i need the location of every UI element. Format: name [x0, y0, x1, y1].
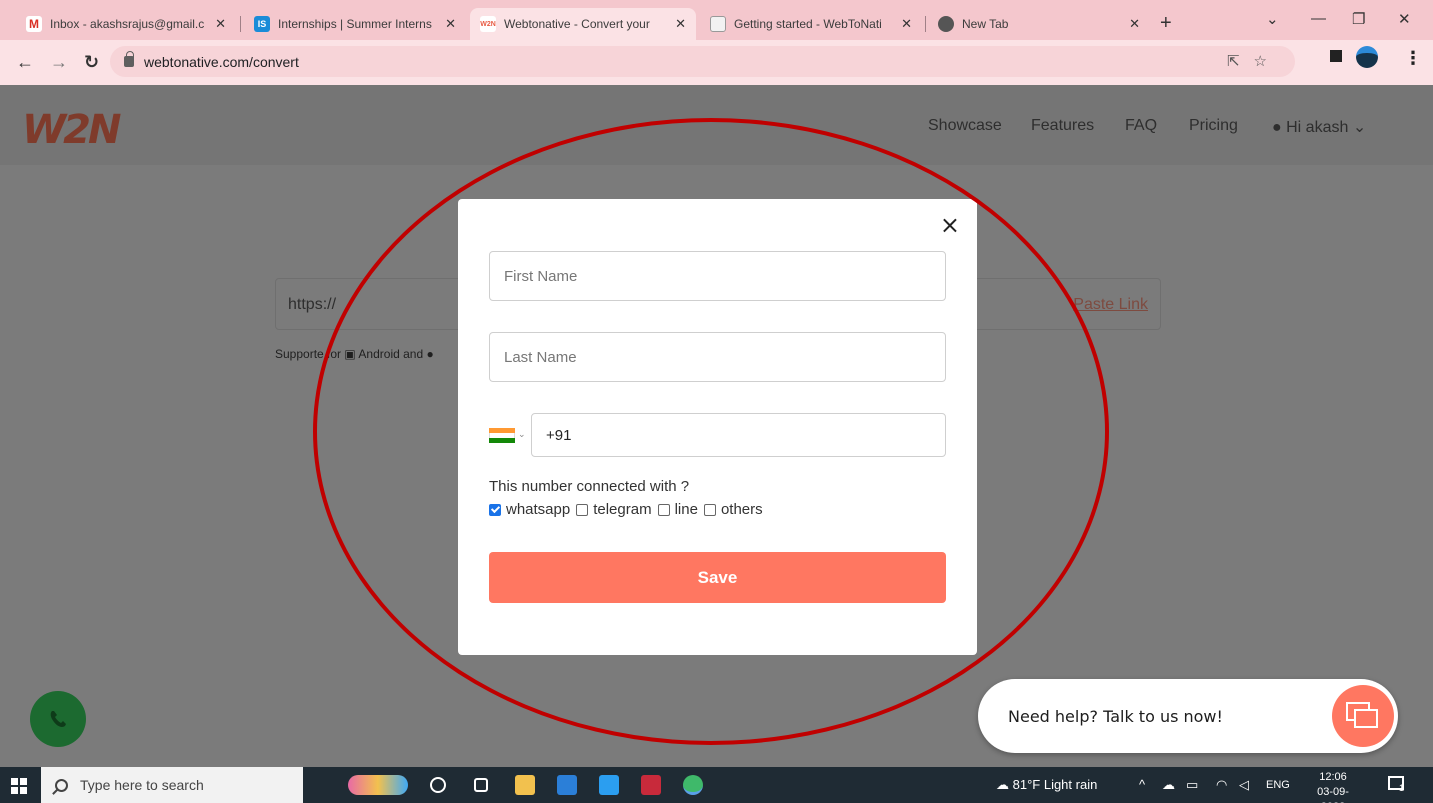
- battery-icon[interactable]: ▭: [1186, 777, 1198, 793]
- browser-tab-bar: M Inbox - akashsrajus@gmail.c ✕ IS Inter…: [0, 0, 1433, 40]
- windows-start-icon[interactable]: [11, 778, 27, 794]
- address-bar[interactable]: webtonative.com/convert ⇱☆: [110, 46, 1295, 77]
- supported-platforms-text: Supporte for ▣ Android and ●: [275, 347, 434, 361]
- profile-avatar-icon[interactable]: [1356, 46, 1378, 68]
- kebab-menu-icon[interactable]: ⋮: [1404, 48, 1422, 69]
- sidebar-icon[interactable]: [1330, 50, 1342, 62]
- option-others[interactable]: others: [703, 501, 763, 518]
- nav-showcase[interactable]: Showcase: [928, 117, 1002, 135]
- weather-widget[interactable]: ☁ 81°F Light rain: [996, 777, 1097, 793]
- w2n-icon: W2N: [480, 16, 496, 32]
- hummingbird-widget-icon[interactable]: [348, 775, 408, 795]
- lock-icon: [124, 51, 134, 67]
- tab-separator: [240, 16, 241, 32]
- tab-search-chevron-icon[interactable]: ⌄: [1266, 10, 1279, 28]
- taskbar-search[interactable]: Type here to search: [41, 767, 303, 803]
- modal-close-icon[interactable]: ×: [940, 211, 960, 239]
- file-explorer-icon[interactable]: [515, 775, 535, 795]
- user-circle-icon: ●: [1272, 119, 1282, 136]
- chevron-down-icon: ⌄: [1352, 119, 1367, 136]
- site-header: W2N Showcase Features FAQ Pricing ● Hi a…: [0, 85, 1433, 165]
- back-arrow-icon[interactable]: ←: [16, 52, 34, 73]
- save-button[interactable]: Save: [489, 552, 946, 603]
- option-line[interactable]: line: [657, 501, 698, 518]
- restore-icon[interactable]: ❐: [1352, 10, 1365, 28]
- user-menu[interactable]: ● Hi akash ⌄: [1272, 117, 1366, 137]
- country-dropdown-chevron-icon[interactable]: ⌄: [518, 429, 526, 440]
- window-close-icon[interactable]: ✕: [1398, 10, 1411, 28]
- connected-question: This number connected with ?: [489, 478, 690, 495]
- windows-taskbar: Type here to search ☁ 81°F Light rain ^ …: [0, 767, 1433, 803]
- messenger-checkboxes: whatsapp telegram line others: [489, 501, 769, 518]
- tab-webtonative[interactable]: W2N Webtonative - Convert your ✕: [470, 8, 696, 40]
- tab-close-icon[interactable]: ✕: [675, 16, 686, 32]
- tab-close-icon[interactable]: ✕: [445, 16, 456, 32]
- browser-toolbar: ← → ↻ webtonative.com/convert ⇱☆ ⋮: [0, 40, 1433, 85]
- others-checkbox[interactable]: [703, 503, 716, 516]
- forward-arrow-icon[interactable]: →: [50, 52, 68, 73]
- wifi-icon[interactable]: ◠: [1216, 777, 1227, 793]
- docs-icon: [710, 16, 726, 32]
- whatsapp-icon: [50, 711, 66, 727]
- chat-open-button[interactable]: [1332, 685, 1394, 747]
- tab-close-icon[interactable]: ✕: [901, 16, 912, 32]
- first-name-input[interactable]: [489, 251, 946, 301]
- share-star-icons[interactable]: ⇱☆: [1227, 52, 1281, 70]
- nav-faq[interactable]: FAQ: [1125, 117, 1157, 135]
- last-name-input[interactable]: [489, 332, 946, 382]
- phone-input[interactable]: [531, 413, 946, 457]
- speaker-icon[interactable]: ◁: [1239, 777, 1249, 793]
- w2n-logo[interactable]: W2N: [22, 107, 121, 153]
- option-whatsapp[interactable]: whatsapp: [489, 501, 570, 518]
- mail-icon[interactable]: [599, 775, 619, 795]
- tab-close-icon[interactable]: ✕: [215, 16, 226, 32]
- chat-bubble-icon: [1346, 702, 1378, 728]
- option-telegram[interactable]: telegram: [576, 501, 652, 518]
- chrome-taskbar-icon[interactable]: [683, 775, 703, 795]
- nav-features[interactable]: Features: [1031, 117, 1094, 135]
- android-icon: ▣: [344, 347, 356, 361]
- reload-icon[interactable]: ↻: [84, 52, 99, 73]
- tab-getting-started[interactable]: Getting started - WebToNati ✕: [700, 8, 922, 40]
- internshala-icon: IS: [254, 16, 270, 32]
- tab-separator: [925, 16, 926, 32]
- vscode-icon[interactable]: [641, 775, 661, 795]
- nav-pricing[interactable]: Pricing: [1189, 117, 1238, 135]
- gmail-icon: M: [26, 16, 42, 32]
- cloud-rain-icon: ☁: [996, 777, 1009, 792]
- search-icon: [55, 778, 68, 792]
- new-tab-plus-icon[interactable]: +: [1160, 12, 1172, 35]
- store-icon[interactable]: [557, 775, 577, 795]
- tray-chevron-icon[interactable]: ^: [1139, 777, 1145, 792]
- whatsapp-chat-button[interactable]: [30, 691, 86, 747]
- chrome-icon: [938, 16, 954, 32]
- paste-link-button[interactable]: Paste Link: [1073, 296, 1148, 314]
- taskbar-clock[interactable]: 12:06 03-09-2022: [1307, 770, 1359, 803]
- tab-internshala[interactable]: IS Internships | Summer Interns ✕: [244, 8, 466, 40]
- tab-gmail[interactable]: M Inbox - akashsrajus@gmail.c ✕: [16, 8, 236, 40]
- line-checkbox[interactable]: [657, 503, 670, 516]
- tab-new-tab[interactable]: New Tab ✕: [928, 8, 1150, 40]
- apple-icon: ●: [426, 347, 434, 361]
- address-url: webtonative.com/convert: [144, 53, 299, 70]
- notification-center-icon[interactable]: 1: [1388, 773, 1410, 795]
- telegram-checkbox[interactable]: [576, 503, 589, 516]
- contact-details-modal: × ⌄ This number connected with ? whatsap…: [458, 199, 977, 655]
- task-view-icon[interactable]: [474, 778, 488, 792]
- onedrive-cloud-icon[interactable]: ☁: [1162, 777, 1175, 793]
- whatsapp-checkbox[interactable]: [489, 503, 501, 516]
- cortana-icon[interactable]: [430, 777, 446, 793]
- tab-close-icon[interactable]: ✕: [1129, 16, 1140, 32]
- india-flag-icon[interactable]: [489, 428, 515, 443]
- help-chat-widget[interactable]: Need help? Talk to us now!: [978, 679, 1398, 753]
- language-indicator[interactable]: ENG: [1266, 779, 1290, 791]
- minimize-icon[interactable]: —: [1311, 10, 1326, 27]
